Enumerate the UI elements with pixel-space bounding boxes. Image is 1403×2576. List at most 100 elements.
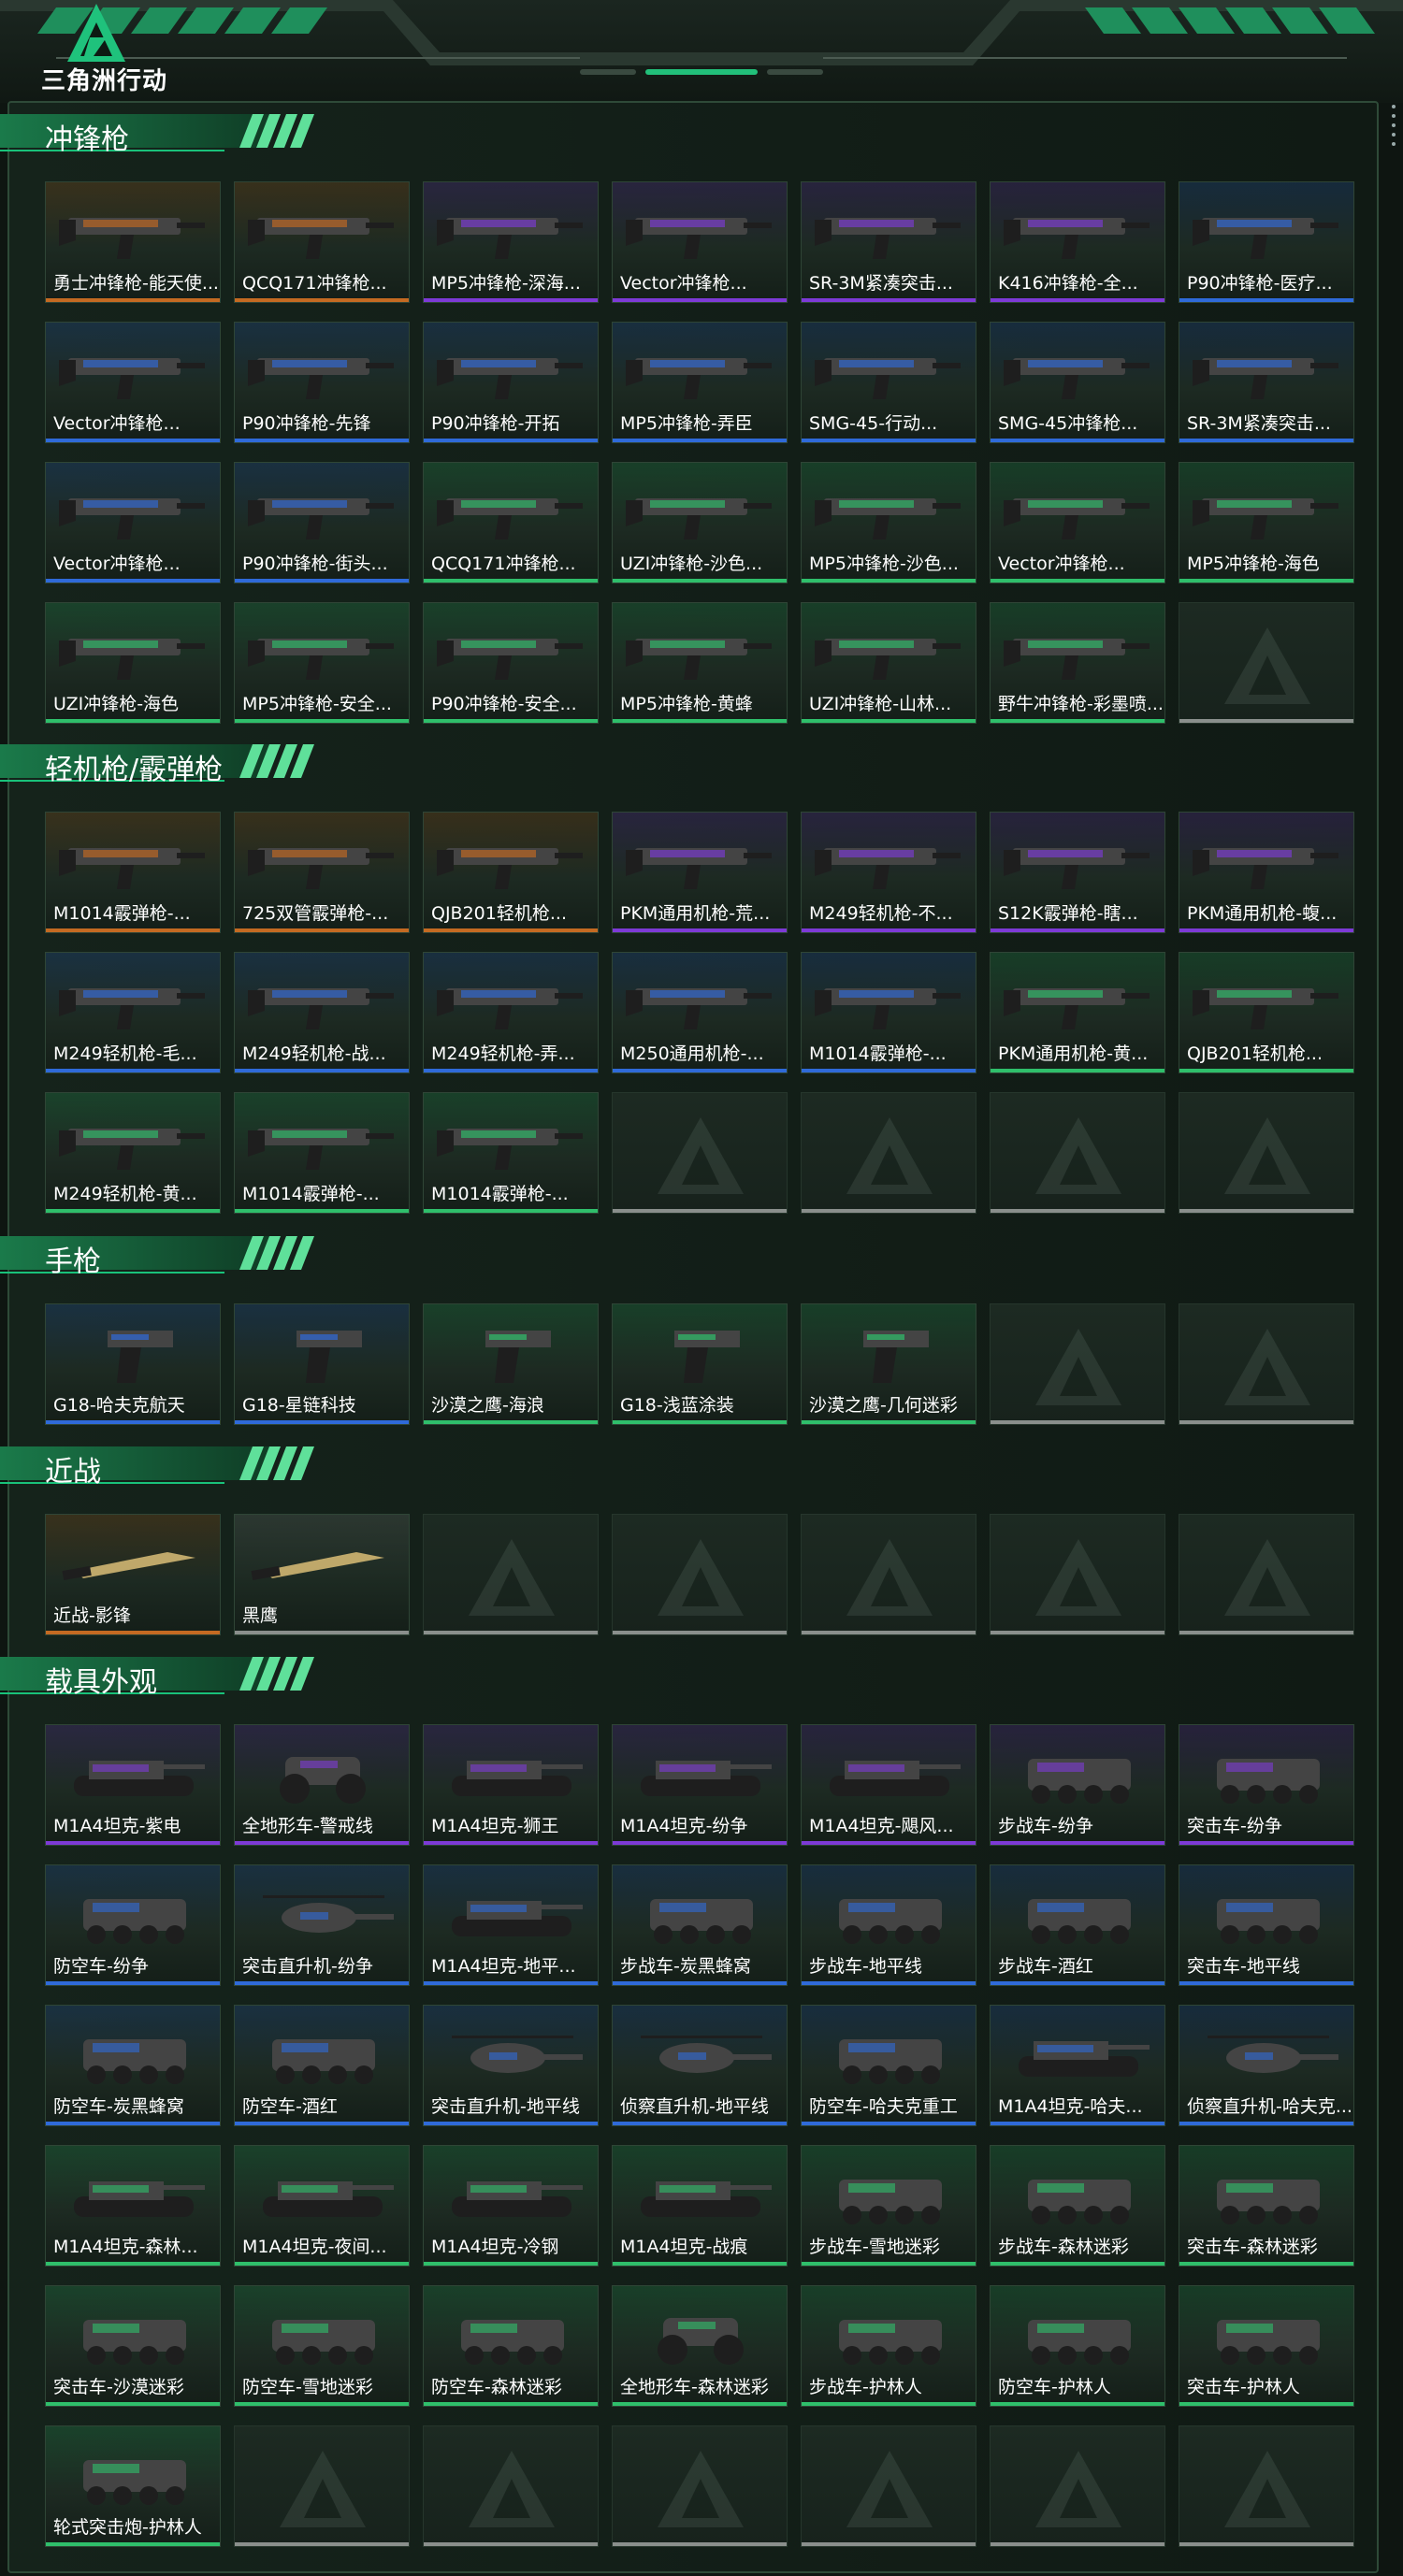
inventory-item[interactable]: QJB201轻机枪... [1179,952,1354,1073]
inventory-item[interactable]: UZI冲锋枪-山林... [801,602,976,724]
inventory-item[interactable]: QCQ171冲锋枪... [234,181,410,303]
rarity-bar [991,1069,1164,1072]
inventory-item[interactable]: M1A4坦克-冷钢 [423,2145,599,2267]
inventory-item[interactable]: M1A4坦克-森林... [45,2145,221,2267]
inventory-item[interactable]: 步战车-地平线 [801,1864,976,1986]
inventory-item[interactable]: P90冲锋枪-街头... [234,462,410,583]
inventory-item[interactable]: M249轻机枪-弄... [423,952,599,1073]
inventory-item[interactable]: 步战车-护林人 [801,2285,976,2407]
inventory-item[interactable]: M249轻机枪-不... [801,812,976,933]
inventory-item[interactable]: S12K霰弹枪-瞎... [990,812,1165,933]
inventory-item[interactable]: M1A4坦克-地平... [423,1864,599,1986]
item-label: 突击车-护林人 [1187,2377,1300,2397]
inventory-item[interactable]: MP5冲锋枪-黄蜂 [612,602,788,724]
inventory-item[interactable]: 步战车-纷争 [990,1724,1165,1846]
inventory-item[interactable]: MP5冲锋枪-沙色... [801,462,976,583]
inventory-item[interactable]: UZI冲锋枪-沙色... [612,462,788,583]
item-label: PKM通用机枪-黄... [998,1043,1149,1064]
inventory-item[interactable]: 突击车-护林人 [1179,2285,1354,2407]
inventory-item[interactable]: M249轻机枪-黄... [45,1092,221,1214]
inventory-item[interactable]: 突击直升机-纷争 [234,1864,410,1986]
smg-icon [1004,498,1150,540]
inventory-item[interactable]: 防空车-森林迷彩 [423,2285,599,2407]
inventory-item[interactable]: Vector冲锋枪... [45,462,221,583]
inventory-item[interactable]: M1A4坦克-飓风... [801,1724,976,1846]
inventory-item[interactable]: K416冲锋枪-全... [990,181,1165,303]
empty-slot [1179,2425,1354,2547]
inventory-item[interactable]: MP5冲锋枪-海色 [1179,462,1354,583]
inventory-item[interactable]: M1A4坦克-战痕 [612,2145,788,2267]
inventory-item[interactable]: PKM通用机枪-黄... [990,952,1165,1073]
inventory-item[interactable]: P90冲锋枪-安全... [423,602,599,724]
inventory-item[interactable]: 防空车-护林人 [990,2285,1165,2407]
inventory-item[interactable]: M1A4坦克-狮王 [423,1724,599,1846]
inventory-item[interactable]: 突击车-纷争 [1179,1724,1354,1846]
inventory-item[interactable]: M1A4坦克-纷争 [612,1724,788,1846]
inventory-item[interactable]: 725双管霰弹枪-... [234,812,410,933]
inventory-item[interactable]: 野牛冲锋枪-彩墨喷... [990,602,1165,724]
inventory-item[interactable]: 防空车-炭黑蜂窝 [45,2005,221,2126]
inventory-item[interactable]: 轮式突击炮-护林人 [45,2425,221,2547]
item-label: SR-3M紧凑突击... [1187,413,1331,434]
inventory-item[interactable]: SMG-45冲锋枪... [990,322,1165,443]
inventory-item[interactable]: 步战车-雪地迷彩 [801,2145,976,2267]
inventory-item[interactable]: 步战车-炭黑蜂窝 [612,1864,788,1986]
inventory-item[interactable]: 沙漠之鹰-海浪 [423,1303,599,1425]
inventory-item[interactable]: SMG-45-行动... [801,322,976,443]
inventory-item[interactable]: 近战-影锋 [45,1514,221,1635]
inventory-item[interactable]: 全地形车-警戒线 [234,1724,410,1846]
inventory-item[interactable]: MP5冲锋枪-安全... [234,602,410,724]
inventory-item[interactable]: SR-3M紧凑突击... [1179,322,1354,443]
inventory-item[interactable]: M1A4坦克-哈夫... [990,2005,1165,2126]
inventory-item[interactable]: 防空车-纷争 [45,1864,221,1986]
inventory-item[interactable]: QCQ171冲锋枪... [423,462,599,583]
item-label: UZI冲锋枪-山林... [809,694,952,714]
inventory-item[interactable]: M250通用机枪-... [612,952,788,1073]
inventory-item[interactable]: G18-星链科技 [234,1303,410,1425]
inventory-item[interactable]: SR-3M紧凑突击... [801,181,976,303]
inventory-item[interactable]: 防空车-酒红 [234,2005,410,2126]
inventory-item[interactable]: 突击直升机-地平线 [423,2005,599,2126]
item-label: Vector冲锋枪... [53,413,181,434]
inventory-item[interactable]: M1A4坦克-紫电 [45,1724,221,1846]
inventory-item[interactable]: 突击车-沙漠迷彩 [45,2285,221,2407]
inventory-item[interactable]: Vector冲锋枪... [612,181,788,303]
inventory-item[interactable]: 沙漠之鹰-几何迷彩 [801,1303,976,1425]
inventory-item[interactable]: Vector冲锋枪... [990,462,1165,583]
inventory-item[interactable]: 全地形车-森林迷彩 [612,2285,788,2407]
inventory-item[interactable]: 防空车-雪地迷彩 [234,2285,410,2407]
inventory-item[interactable]: 步战车-酒红 [990,1864,1165,1986]
inventory-item[interactable]: M1014霰弹枪-... [801,952,976,1073]
inventory-item[interactable]: G18-浅蓝涂装 [612,1303,788,1425]
inventory-item[interactable]: 突击车-森林迷彩 [1179,2145,1354,2267]
inventory-item[interactable]: PKM通用机枪-蝮... [1179,812,1354,933]
inventory-item[interactable]: 勇士冲锋枪-能天使... [45,181,221,303]
ifv-icon [83,2039,186,2084]
inventory-item[interactable]: MP5冲锋枪-深海... [423,181,599,303]
inventory-item[interactable]: PKM通用机枪-荒... [612,812,788,933]
inventory-item[interactable]: QJB201轻机枪... [423,812,599,933]
inventory-item[interactable]: 步战车-森林迷彩 [990,2145,1165,2267]
inventory-item[interactable]: P90冲锋枪-医疗... [1179,181,1354,303]
inventory-item[interactable]: 黑鹰 [234,1514,410,1635]
inventory-item[interactable]: M1014霰弹枪-... [45,812,221,933]
inventory-item[interactable]: 侦察直升机-地平线 [612,2005,788,2126]
inventory-item[interactable]: MP5冲锋枪-弄臣 [612,322,788,443]
inventory-item[interactable]: P90冲锋枪-开拓 [423,322,599,443]
inventory-item[interactable]: M249轻机枪-毛... [45,952,221,1073]
inventory-item[interactable]: M249轻机枪-战... [234,952,410,1073]
ifv-icon [839,2320,942,2365]
inventory-item[interactable]: Vector冲锋枪... [45,322,221,443]
inventory-item[interactable]: M1014霰弹枪-... [423,1092,599,1214]
helicopter-icon [452,2036,583,2073]
inventory-item[interactable]: 突击车-地平线 [1179,1864,1354,1986]
scrollbar[interactable] [1388,99,1399,155]
inventory-item[interactable]: 防空车-哈夫克重工 [801,2005,976,2126]
tank-icon [1019,2041,1150,2077]
inventory-item[interactable]: G18-哈夫克航天 [45,1303,221,1425]
inventory-item[interactable]: M1014霰弹枪-... [234,1092,410,1214]
inventory-item[interactable]: 侦察直升机-哈夫克... [1179,2005,1354,2126]
inventory-item[interactable]: P90冲锋枪-先锋 [234,322,410,443]
inventory-item[interactable]: M1A4坦克-夜间... [234,2145,410,2267]
inventory-item[interactable]: UZI冲锋枪-海色 [45,602,221,724]
